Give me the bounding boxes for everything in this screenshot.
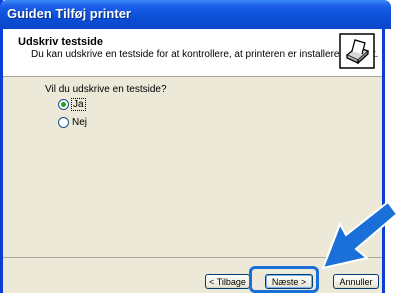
page-title: Udskriv testside — [18, 36, 103, 48]
printer-icon — [339, 33, 375, 69]
page-subtitle: Du kan udskrive en testside for at kontr… — [31, 49, 379, 60]
back-button[interactable]: < Tilbage — [205, 274, 250, 289]
question-label: Vil du udskrive en testside? — [45, 84, 167, 95]
radio-option-no[interactable]: Nej — [58, 117, 87, 128]
pointer-arrow-icon — [321, 200, 397, 270]
cancel-button[interactable]: Annuller — [333, 274, 379, 289]
radio-label-no[interactable]: Nej — [72, 117, 87, 128]
title-bar[interactable]: Guiden Tilføj printer — [0, 0, 391, 29]
next-button-highlight — [249, 266, 319, 293]
radio-label-yes[interactable]: Ja — [71, 98, 86, 111]
radio-button-no[interactable] — [58, 117, 69, 128]
wizard-header: Udskriv testside Du kan udskrive en test… — [3, 29, 382, 77]
window-title: Guiden Tilføj printer — [7, 6, 131, 21]
radio-option-yes[interactable]: Ja — [58, 98, 86, 111]
radio-button-yes[interactable] — [58, 99, 69, 110]
